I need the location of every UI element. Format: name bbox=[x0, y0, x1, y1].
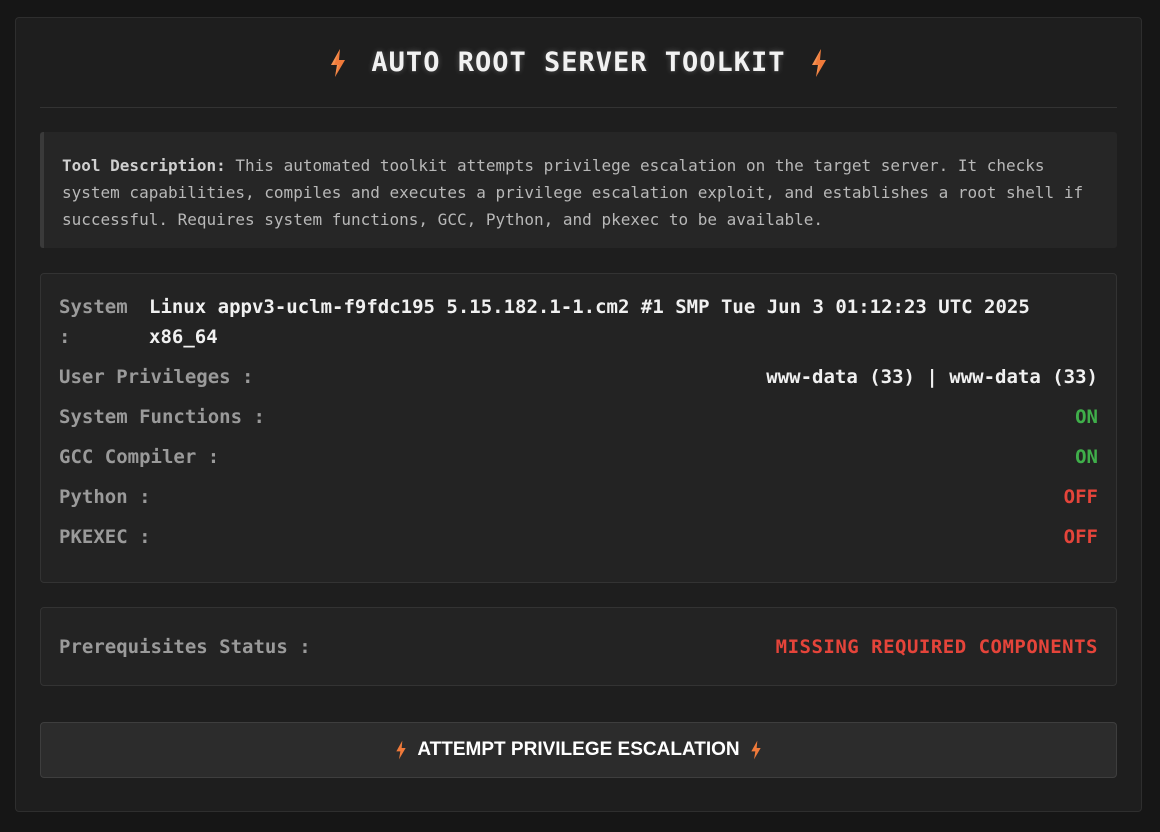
description-label: Tool Description: bbox=[62, 156, 226, 175]
system-row: System : Linux appv3-uclm-f9fdc195 5.15.… bbox=[59, 292, 1098, 362]
info-row-system-functions: System Functions : ON bbox=[59, 402, 1098, 442]
info-row-pkexec: PKEXEC : OFF bbox=[59, 522, 1098, 562]
info-row-user-privileges: User Privileges : www-data (33) | www-da… bbox=[59, 362, 1098, 402]
attempt-escalation-label: ATTEMPT PRIVILEGE ESCALATION bbox=[417, 739, 740, 760]
lightning-bolt-icon bbox=[395, 740, 407, 760]
header: AUTO ROOT SERVER TOOLKIT bbox=[40, 18, 1117, 108]
info-row-label: System Functions : bbox=[59, 406, 265, 428]
attempt-escalation-button[interactable]: ATTEMPT PRIVILEGE ESCALATION bbox=[40, 722, 1117, 778]
info-row-gcc-compiler: GCC Compiler : ON bbox=[59, 442, 1098, 482]
page-title: AUTO ROOT SERVER TOOLKIT bbox=[371, 47, 786, 78]
info-row-label: GCC Compiler : bbox=[59, 446, 220, 468]
system-value: Linux appv3-uclm-f9fdc195 5.15.182.1-1.c… bbox=[149, 296, 1030, 348]
status-on-value: ON bbox=[1075, 446, 1098, 468]
info-row-python: Python : OFF bbox=[59, 482, 1098, 522]
info-row-label: Python : bbox=[59, 486, 151, 508]
info-row-value: www-data (33) | www-data (33) bbox=[766, 366, 1098, 388]
toolkit-panel: AUTO ROOT SERVER TOOLKIT Tool Descriptio… bbox=[15, 17, 1142, 812]
prerequisites-status-card: Prerequisites Status : MISSING REQUIRED … bbox=[40, 607, 1117, 686]
lightning-bolt-icon bbox=[810, 48, 828, 77]
lightning-bolt-icon bbox=[750, 740, 762, 760]
info-row-label: PKEXEC : bbox=[59, 526, 151, 548]
system-label: System : bbox=[59, 296, 128, 348]
lightning-bolt-icon bbox=[329, 48, 347, 77]
prerequisites-label: Prerequisites Status : bbox=[59, 635, 311, 658]
prerequisites-status-value: MISSING REQUIRED COMPONENTS bbox=[775, 635, 1098, 658]
system-info-card: System : Linux appv3-uclm-f9fdc195 5.15.… bbox=[40, 273, 1117, 583]
status-on-value: ON bbox=[1075, 406, 1098, 428]
tool-description: Tool Description: This automated toolkit… bbox=[40, 132, 1117, 248]
status-off-value: OFF bbox=[1063, 486, 1098, 508]
status-off-value: OFF bbox=[1063, 526, 1098, 548]
info-row-label: User Privileges : bbox=[59, 366, 254, 388]
